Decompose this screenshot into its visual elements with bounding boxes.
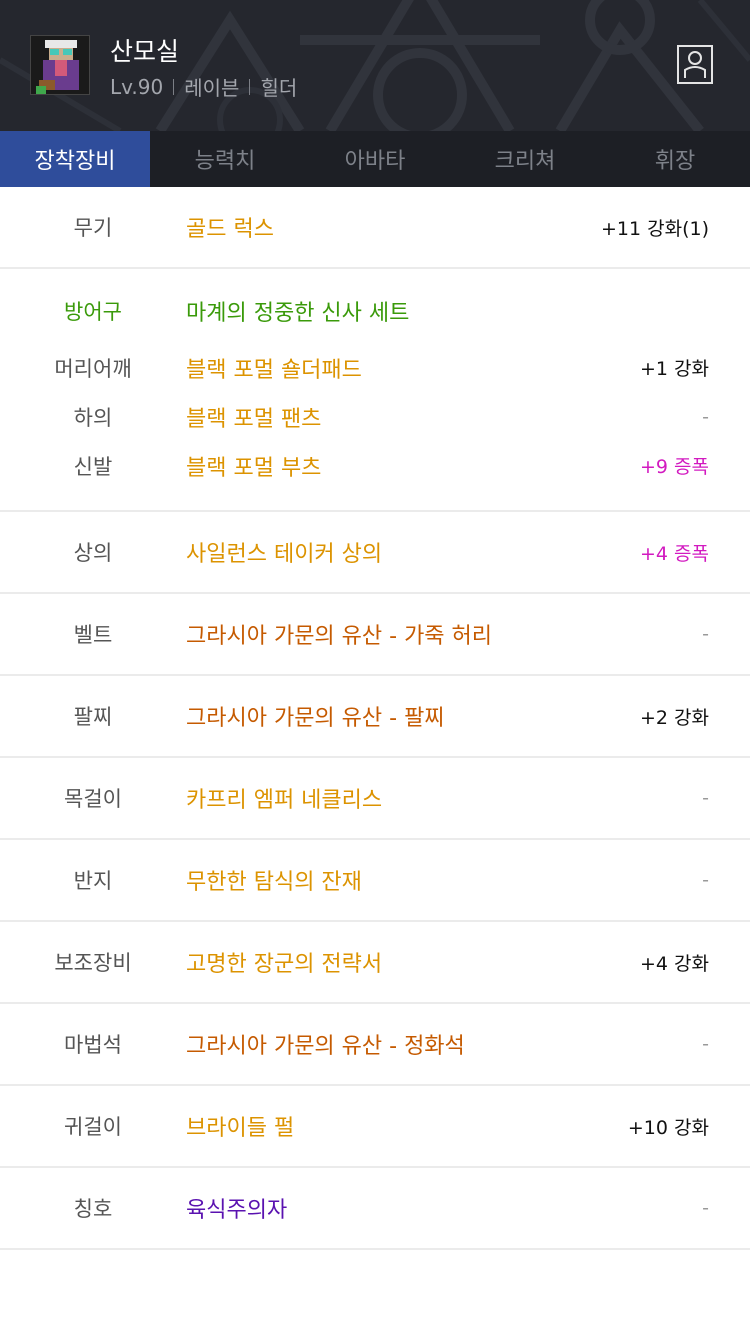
enhance-value: - <box>702 869 709 891</box>
equipment-row-magic-stone[interactable]: 마법석 그라시아 가문의 유산 - 정화석 - <box>0 1004 750 1086</box>
item-name: 브라이들 펄 <box>186 1116 295 1141</box>
item-name: 블랙 포멀 팬츠 <box>186 406 322 432</box>
item-name: 육식주의자 <box>186 1198 288 1223</box>
slot-label: 마법석 <box>64 1033 122 1057</box>
equipment-list: 무기 골드 럭스 +11 강화(1) 방어구 마계의 정중한 신사 세트 머리어… <box>0 187 750 1250</box>
enhance-value: +1 강화 <box>639 358 709 380</box>
tab-stats[interactable]: 능력치 <box>150 131 300 187</box>
tab-emblem[interactable]: 휘장 <box>600 131 750 187</box>
equipment-row-title[interactable]: 칭호 육식주의자 - <box>0 1168 750 1250</box>
equipment-row-top[interactable]: 상의 사일런스 테이커 상의 +4 증폭 <box>0 512 750 594</box>
enhance-value: +9 증폭 <box>639 456 709 478</box>
enhance-value: - <box>702 405 709 428</box>
slot-label: 무기 <box>73 216 113 240</box>
character-info: Lv.90 레이븐 힐더 <box>110 72 297 101</box>
enhance-value: +4 증폭 <box>639 542 709 565</box>
enhance-value: +10 강화 <box>627 1116 709 1139</box>
item-name: 골드 럭스 <box>186 217 274 242</box>
slot-label: 벨트 <box>73 623 113 647</box>
character-name: 산모실 <box>110 37 180 66</box>
item-name: 그라시아 가문의 유산 - 팔찌 <box>186 706 445 731</box>
slot-label: 칭호 <box>73 1197 113 1221</box>
divider <box>249 78 251 95</box>
character-header: 산모실 Lv.90 레이븐 힐더 <box>0 0 750 131</box>
item-name: 블랙 포멀 부츠 <box>186 455 322 481</box>
item-name: 그라시아 가문의 유산 - 정화석 <box>186 1034 465 1059</box>
equipment-row-earring[interactable]: 귀걸이 브라이들 펄 +10 강화 <box>0 1086 750 1168</box>
equipment-row-shoulder[interactable]: 머리어깨 블랙 포멀 숄더패드 +1 강화 <box>0 343 750 392</box>
slot-label: 보조장비 <box>54 951 132 975</box>
equipment-row-pants[interactable]: 하의 블랙 포멀 팬츠 - <box>0 392 750 441</box>
character-level: Lv.90 <box>110 74 164 99</box>
character-class: 힐더 <box>260 76 298 100</box>
item-name: 블랙 포멀 숄더패드 <box>186 357 362 383</box>
equipment-row-belt[interactable]: 벨트 그라시아 가문의 유산 - 가죽 허리 - <box>0 594 750 676</box>
armor-label: 방어구 <box>64 300 122 324</box>
item-name: 사일런스 테이커 상의 <box>186 542 383 567</box>
slot-label: 상의 <box>73 541 113 565</box>
armor-set-header[interactable]: 방어구 마계의 정중한 신사 세트 <box>0 291 750 331</box>
item-name: 고명한 장군의 전략서 <box>186 952 383 977</box>
armor-set-name: 마계의 정중한 신사 세트 <box>186 301 410 326</box>
enhance-value: - <box>702 623 709 645</box>
equipment-row-bracelet[interactable]: 팔찌 그라시아 가문의 유산 - 팔찌 +2 강화 <box>0 676 750 758</box>
item-name: 무한한 탐식의 잔재 <box>186 870 362 895</box>
tab-creature[interactable]: 크리쳐 <box>450 131 600 187</box>
character-job: 레이븐 <box>184 76 240 100</box>
slot-label: 머리어깨 <box>54 356 132 381</box>
item-name: 카프리 엠퍼 네클리스 <box>186 788 383 813</box>
enhance-value: +4 강화 <box>639 952 709 975</box>
tab-equipment[interactable]: 장착장비 <box>0 131 150 187</box>
equipment-row-shoes[interactable]: 신발 블랙 포멀 부츠 +9 증폭 <box>0 441 750 490</box>
enhance-value: - <box>702 1033 709 1055</box>
character-portrait-icon <box>31 36 89 94</box>
enhance-value: +11 강화(1) <box>600 217 709 240</box>
enhance-value: +2 강화 <box>639 706 709 729</box>
slot-label: 반지 <box>73 869 113 893</box>
equipment-row-sub-weapon[interactable]: 보조장비 고명한 장군의 전략서 +4 강화 <box>0 922 750 1004</box>
tab-avatar[interactable]: 아바타 <box>300 131 450 187</box>
person-icon <box>684 51 706 78</box>
tab-bar: 장착장비 능력치 아바타 크리쳐 휘장 <box>0 131 750 187</box>
divider <box>173 78 175 95</box>
item-name: 그라시아 가문의 유산 - 가죽 허리 <box>186 624 493 649</box>
slot-label: 목걸이 <box>64 787 122 811</box>
equipment-row-weapon[interactable]: 무기 골드 럭스 +11 강화(1) <box>0 187 750 269</box>
enhance-value: - <box>702 1197 709 1219</box>
enhance-value: - <box>702 787 709 809</box>
equipment-row-necklace[interactable]: 목걸이 카프리 엠퍼 네클리스 - <box>0 758 750 840</box>
slot-label: 하의 <box>73 405 113 430</box>
armor-set-block: 방어구 마계의 정중한 신사 세트 머리어깨 블랙 포멀 숄더패드 +1 강화 … <box>0 269 750 512</box>
profile-button[interactable] <box>677 45 713 84</box>
slot-label: 귀걸이 <box>64 1115 122 1139</box>
character-avatar <box>30 35 90 95</box>
slot-label: 팔찌 <box>73 705 113 729</box>
slot-label: 신발 <box>73 454 113 479</box>
equipment-row-ring[interactable]: 반지 무한한 탐식의 잔재 - <box>0 840 750 922</box>
